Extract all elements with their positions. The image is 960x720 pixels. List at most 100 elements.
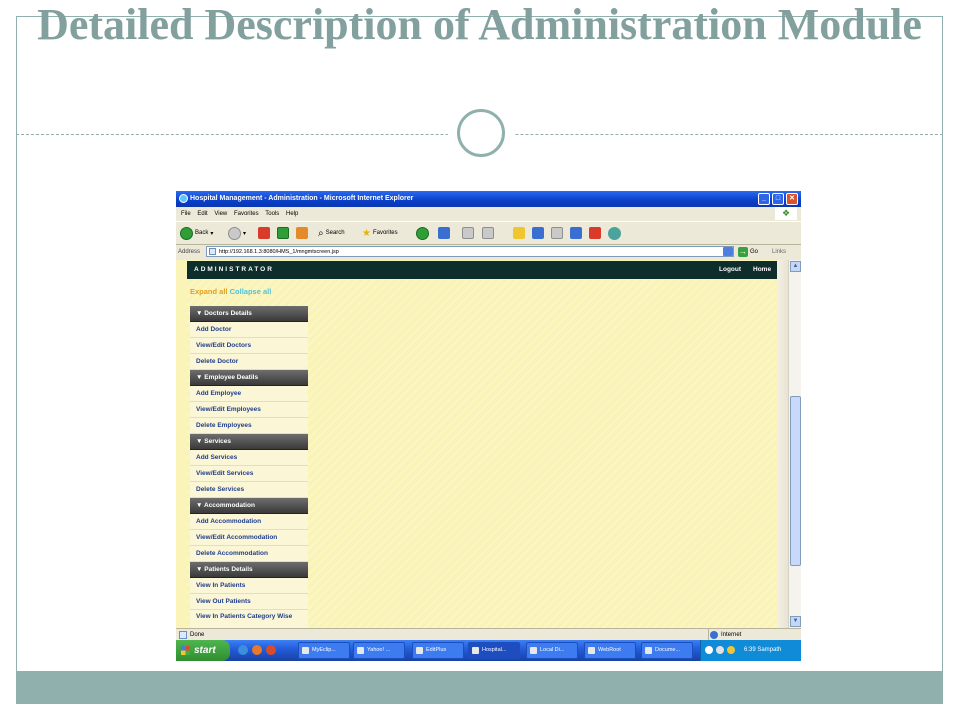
expand-collapse-controls: Expand all Collapse all [190, 287, 271, 296]
quicklaunch-desktop-icon[interactable] [238, 645, 248, 655]
menu-tools[interactable]: Tools [265, 208, 279, 220]
antivirus-icon[interactable] [589, 227, 601, 239]
system-tray: 6:39 Sampath [700, 640, 801, 661]
task-label: MyEclip... [312, 647, 336, 653]
task-label: Docume... [655, 647, 681, 653]
address-dropdown-icon[interactable] [723, 247, 733, 256]
address-input[interactable]: http://192.168.1.3:8080/HMS_1/mngmtscree… [206, 246, 734, 257]
section-employee-details[interactable]: ▼ Employee Deatils [190, 370, 308, 386]
section-patients-details[interactable]: ▼ Patients Details [190, 562, 308, 578]
research-icon[interactable] [551, 227, 563, 239]
menu-item-delete-accommodation[interactable]: Delete Accommodation [190, 546, 308, 562]
menu-edit[interactable]: Edit [197, 208, 207, 220]
task-icon [357, 647, 364, 654]
search-button[interactable]: ⌕ Search [318, 225, 345, 241]
done-page-icon [179, 631, 187, 639]
menu-item-delete-services[interactable]: Delete Services [190, 482, 308, 498]
menu-item-view-edit-accommodation[interactable]: View/Edit Accommodation [190, 530, 308, 546]
menu-item-add-doctor[interactable]: Add Doctor [190, 322, 308, 338]
page-icon [209, 248, 216, 255]
address-bar: Address http://192.168.1.3:8080/HMS_1/mn… [176, 245, 801, 259]
messenger-icon[interactable] [532, 227, 544, 239]
scroll-thumb[interactable] [790, 396, 801, 566]
task-hospital[interactable]: Hospital... [468, 642, 520, 659]
go-button[interactable]: → Go [738, 246, 758, 258]
menu-help[interactable]: Help [286, 208, 298, 220]
task-yahoo[interactable]: Yahoo! ... [353, 642, 405, 659]
refresh-icon[interactable] [277, 227, 289, 239]
vertical-scrollbar[interactable]: ▲ ▼ [788, 260, 801, 628]
menu-view[interactable]: View [214, 208, 227, 220]
standard-toolbar: Back ▾ ▾ ⌕ Search ★ Favorites [176, 221, 801, 245]
edit-icon[interactable] [482, 227, 494, 239]
task-label: Yahoo! ... [367, 647, 391, 653]
tray-speaker-icon[interactable] [727, 646, 735, 654]
maximize-button[interactable]: □ [772, 193, 784, 205]
quicklaunch-app-icon[interactable] [266, 645, 276, 655]
menu-item-view-edit-services[interactable]: View/Edit Services [190, 466, 308, 482]
menu-item-delete-employees[interactable]: Delete Employees [190, 418, 308, 434]
stop-icon[interactable] [258, 227, 270, 239]
task-icon [588, 647, 595, 654]
section-doctors-details[interactable]: ▼ Doctors Details [190, 306, 308, 322]
menu-favorites[interactable]: Favorites [234, 208, 259, 220]
menu-item-delete-doctor[interactable]: Delete Doctor [190, 354, 308, 370]
history-icon[interactable] [416, 227, 429, 240]
task-label: Local Di... [540, 647, 565, 653]
address-label: Address [178, 249, 201, 255]
menu-item-add-services[interactable]: Add Services [190, 450, 308, 466]
tray-monitor-icon[interactable] [716, 646, 724, 654]
menu-item-view-out-patients[interactable]: View Out Patients [190, 594, 308, 610]
windows-flag-icon [181, 646, 190, 655]
mail-icon[interactable] [438, 227, 450, 239]
menu-item-add-accommodation[interactable]: Add Accommodation [190, 514, 308, 530]
task-editplus[interactable]: EditPlus [412, 642, 464, 659]
admin-brand: ADMINISTRATOR [194, 266, 274, 273]
expand-all-link[interactable]: Expand all [190, 287, 228, 296]
page-side-decoration [778, 260, 788, 628]
task-myeclipse[interactable]: MyEclip... [298, 642, 350, 659]
menu-item-view-edit-employees[interactable]: View/Edit Employees [190, 402, 308, 418]
minimize-button[interactable]: _ [758, 193, 770, 205]
favorites-button[interactable]: ★ Favorites [362, 225, 398, 241]
home-icon[interactable] [296, 227, 308, 239]
back-dropdown-icon[interactable]: ▾ [210, 230, 213, 237]
logout-link[interactable]: Logout [719, 261, 741, 279]
addon-icon[interactable] [608, 227, 621, 240]
tray-network-icon[interactable] [705, 646, 713, 654]
quicklaunch-browser-icon[interactable] [252, 645, 262, 655]
links-button[interactable]: Links [772, 245, 786, 259]
favorites-label: Favorites [372, 230, 398, 236]
task-local-disk[interactable]: Local Di... [526, 642, 578, 659]
folder-icon[interactable] [513, 227, 525, 239]
back-button[interactable]: Back ▾ [180, 225, 213, 241]
section-services[interactable]: ▼ Services [190, 434, 308, 450]
menu-item-view-in-patients-category-wise[interactable]: View In Patients Category Wise [190, 610, 308, 628]
task-icon [416, 647, 423, 654]
scroll-down-icon[interactable]: ▼ [790, 616, 801, 627]
collapse-all-link[interactable]: Collapse all [230, 287, 272, 296]
forward-button[interactable]: ▾ [228, 225, 246, 241]
task-webroot[interactable]: WebRoot [584, 642, 636, 659]
close-button[interactable]: ✕ [786, 193, 798, 205]
window-titlebar: Hospital Management - Administration - M… [176, 191, 801, 207]
task-documents[interactable]: Docume... [641, 642, 693, 659]
k-toolbar-icon[interactable] [570, 227, 582, 239]
menu-item-add-employee[interactable]: Add Employee [190, 386, 308, 402]
home-link[interactable]: Home [753, 261, 771, 279]
page-content: Expand all Collapse all ▼ Doctors Detail… [187, 279, 777, 628]
go-arrow-icon: → [738, 247, 748, 257]
start-button[interactable]: start [176, 640, 230, 661]
back-label: Back [195, 230, 209, 236]
section-accommodation[interactable]: ▼ Accommodation [190, 498, 308, 514]
menu-item-view-edit-doctors[interactable]: View/Edit Doctors [190, 338, 308, 354]
admin-menu: ▼ Doctors Details Add Doctor View/Edit D… [190, 306, 308, 628]
forward-dropdown-icon[interactable]: ▾ [243, 230, 246, 237]
task-label: WebRoot [598, 647, 621, 653]
menu-item-view-in-patients[interactable]: View In Patients [190, 578, 308, 594]
menu-file[interactable]: File [181, 208, 191, 220]
task-label: EditPlus [426, 647, 447, 653]
search-icon: ⌕ [318, 227, 324, 239]
scroll-up-icon[interactable]: ▲ [790, 261, 801, 272]
print-icon[interactable] [462, 227, 474, 239]
